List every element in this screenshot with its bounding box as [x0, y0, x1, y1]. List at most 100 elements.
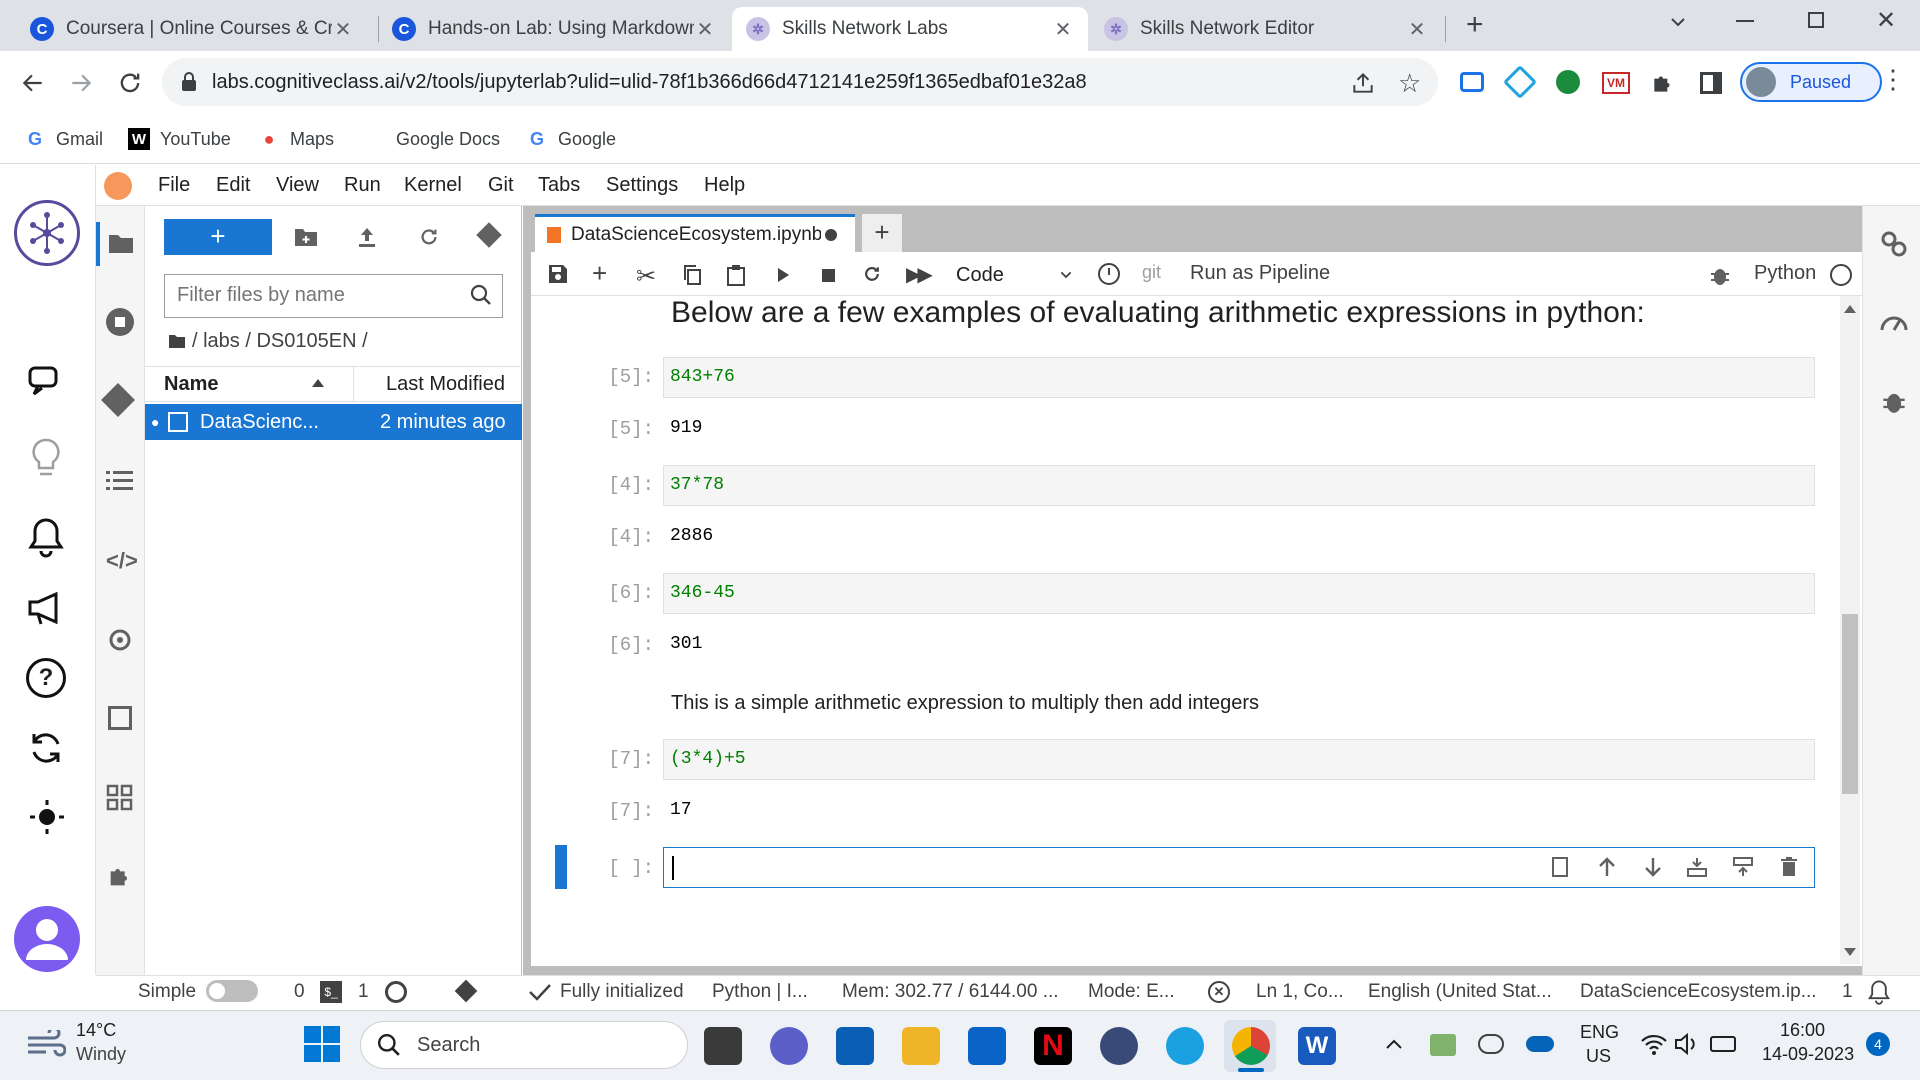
- notebook-tab[interactable]: DataScienceEcosystem.ipynb: [535, 214, 855, 252]
- scrollbar-thumb[interactable]: [1842, 614, 1858, 794]
- extension-manager-icon[interactable]: [106, 784, 134, 812]
- teams-chat-icon[interactable]: [770, 1027, 808, 1065]
- help-icon[interactable]: ?: [26, 658, 66, 698]
- new-dock-tab-button[interactable]: +: [862, 214, 902, 252]
- insert-below-icon[interactable]: [1732, 856, 1754, 878]
- simple-mode-toggle[interactable]: [206, 980, 258, 1002]
- unsaved-dot-icon[interactable]: [825, 228, 837, 241]
- delete-cell-icon[interactable]: [1780, 857, 1798, 877]
- chat-icon[interactable]: [26, 362, 66, 402]
- lock-icon[interactable]: [180, 72, 198, 92]
- display-language[interactable]: English (United Stat...: [1368, 975, 1552, 1008]
- megaphone-icon[interactable]: [26, 588, 66, 628]
- new-launcher-button[interactable]: +: [164, 219, 272, 255]
- menu-edit[interactable]: Edit: [216, 165, 250, 206]
- upload-icon[interactable]: [356, 226, 378, 248]
- code-cell-input[interactable]: 37*78: [663, 465, 1815, 506]
- tray-cloud-icon[interactable]: [1478, 1034, 1504, 1054]
- bookmark-maps[interactable]: ● Maps: [258, 114, 334, 164]
- restart-kernel-icon[interactable]: [862, 264, 882, 284]
- move-down-arrow-icon[interactable]: [1642, 856, 1664, 878]
- file-filter-input[interactable]: [164, 274, 503, 318]
- table-of-contents-icon[interactable]: [106, 468, 134, 492]
- resource-gauge-icon[interactable]: [1880, 310, 1908, 334]
- user-avatar-icon[interactable]: [14, 906, 80, 972]
- clock-time[interactable]: 16:00: [1780, 1020, 1825, 1041]
- breadcrumb[interactable]: / labs / DS0105EN /: [168, 326, 368, 356]
- bookmark-google[interactable]: G Google: [526, 114, 616, 164]
- chevron-up-icon[interactable]: [1382, 1032, 1406, 1056]
- onedrive-icon[interactable]: [1526, 1036, 1554, 1052]
- taskbar-search[interactable]: Search: [360, 1021, 688, 1069]
- weather-temperature[interactable]: 14°C: [76, 1020, 116, 1041]
- word-icon[interactable]: W: [1298, 1027, 1336, 1065]
- menu-view[interactable]: View: [276, 165, 319, 206]
- menu-git[interactable]: Git: [488, 165, 514, 206]
- metadata-icon[interactable]: [108, 706, 132, 730]
- microsoft-store-icon[interactable]: [836, 1027, 874, 1065]
- menu-file[interactable]: File: [158, 165, 190, 206]
- menu-kernel[interactable]: Kernel: [404, 165, 462, 206]
- browser-tab-coursera[interactable]: C Coursera | Online Courses & Cre ✕: [16, 7, 368, 51]
- extensions-puzzle-icon[interactable]: [1650, 70, 1676, 96]
- profile-button[interactable]: Paused: [1740, 62, 1882, 102]
- kernel-status[interactable]: Python | I...: [712, 975, 808, 1008]
- new-tab-button[interactable]: +: [1466, 8, 1484, 42]
- bookmark-star-icon[interactable]: ☆: [1398, 68, 1421, 99]
- restore-icon[interactable]: [1808, 12, 1824, 28]
- menu-settings[interactable]: Settings: [606, 165, 678, 206]
- run-cell-icon[interactable]: [778, 268, 789, 282]
- new-folder-icon[interactable]: [294, 226, 318, 248]
- browser-tab-hands-on-lab[interactable]: C Hands-on Lab: Using Markdown ✕: [378, 7, 730, 51]
- property-inspector-gears-icon[interactable]: [1880, 230, 1908, 258]
- trusted-shield-icon[interactable]: ✕: [1208, 981, 1230, 1003]
- column-last-modified[interactable]: Last Modified: [386, 366, 505, 402]
- terminal-count[interactable]: 0: [294, 975, 305, 1008]
- sort-ascending-icon[interactable]: [312, 379, 324, 387]
- cut-icon[interactable]: ✂: [636, 262, 656, 291]
- bookmark-youtube[interactable]: W YouTube: [128, 114, 231, 164]
- back-arrow-icon[interactable]: [20, 70, 46, 96]
- windows-start-icon[interactable]: [304, 1026, 340, 1062]
- chrome-menu-icon[interactable]: ⋮: [1880, 66, 1906, 92]
- property-inspector-icon[interactable]: [106, 626, 134, 654]
- debugger-icon[interactable]: [1882, 388, 1906, 414]
- kernel-name[interactable]: Python: [1754, 262, 1816, 285]
- save-icon[interactable]: [548, 264, 568, 284]
- close-tab-icon[interactable]: ✕: [1406, 17, 1428, 42]
- column-name[interactable]: Name: [164, 366, 218, 402]
- task-view-icon[interactable]: [704, 1027, 742, 1065]
- url-text[interactable]: labs.cognitiveclass.ai/v2/tools/jupyterl…: [212, 58, 1087, 106]
- running-kernels-icon[interactable]: [106, 308, 134, 336]
- weather-description[interactable]: Windy: [76, 1044, 126, 1065]
- chrome-icon[interactable]: [1232, 1027, 1270, 1065]
- browser-tab-skills-network-labs[interactable]: ✲ Skills Network Labs ✕: [732, 7, 1088, 51]
- extension-grammarly-icon[interactable]: [1556, 70, 1580, 94]
- code-snippets-icon[interactable]: </>: [106, 548, 138, 574]
- tab-search-chevron-icon[interactable]: [1666, 10, 1690, 34]
- notification-badge[interactable]: 4: [1866, 1032, 1890, 1056]
- scroll-down-arrow-icon[interactable]: [1844, 948, 1856, 956]
- extension-record-icon[interactable]: [1460, 72, 1484, 92]
- code-cell-input[interactable]: 346-45: [663, 573, 1815, 614]
- weather-wind-icon[interactable]: [26, 1030, 66, 1058]
- scroll-up-arrow-icon[interactable]: [1844, 305, 1856, 313]
- paste-icon[interactable]: [726, 264, 746, 286]
- mail-icon[interactable]: [968, 1027, 1006, 1065]
- cell-type-select[interactable]: Code: [956, 258, 1074, 292]
- wifi-icon[interactable]: [1640, 1032, 1668, 1056]
- debugger-bug-icon[interactable]: [1710, 264, 1730, 286]
- bell-icon[interactable]: [26, 516, 66, 558]
- cursor-position[interactable]: Ln 1, Co...: [1256, 975, 1344, 1008]
- file-name[interactable]: DataScienc...: [200, 404, 319, 440]
- move-up-arrow-icon[interactable]: [1596, 856, 1618, 878]
- skills-network-logo-icon[interactable]: [14, 200, 80, 266]
- browser-tab-skills-network-editor[interactable]: ✲ Skills Network Editor ✕: [1090, 7, 1442, 51]
- folder-icon[interactable]: [107, 231, 135, 255]
- volume-icon[interactable]: [1674, 1032, 1700, 1056]
- duplicate-cell-icon[interactable]: [1552, 857, 1568, 877]
- close-window-icon[interactable]: ✕: [1876, 6, 1896, 35]
- puzzle-icon[interactable]: [106, 862, 134, 890]
- code-cell-input[interactable]: 843+76: [663, 357, 1815, 398]
- lightbulb-icon[interactable]: [28, 436, 64, 480]
